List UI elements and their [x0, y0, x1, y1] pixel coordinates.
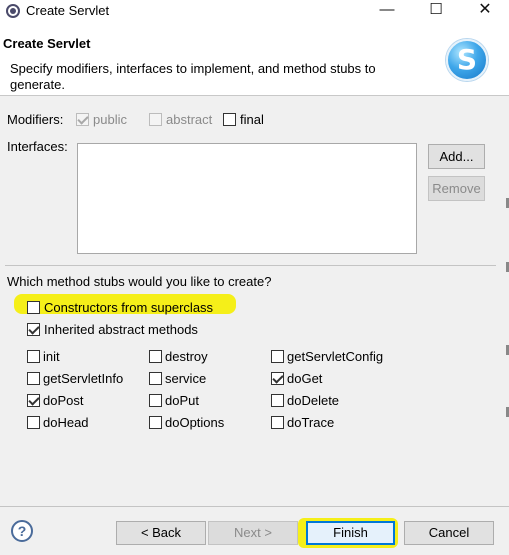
footer-separator	[0, 506, 509, 507]
public-checkbox	[76, 113, 89, 126]
dopost-checkbox[interactable]	[27, 394, 40, 407]
dotrace-label[interactable]: doTrace	[287, 415, 334, 430]
getservletinfo-label[interactable]: getServletInfo	[43, 371, 123, 386]
dodelete-label[interactable]: doDelete	[287, 393, 339, 408]
interfaces-list[interactable]	[77, 143, 417, 254]
inherited-methods-checkbox[interactable]	[27, 323, 40, 336]
dohead-label[interactable]: doHead	[43, 415, 89, 430]
constructors-checkbox[interactable]	[27, 301, 40, 314]
getservletconfig-label[interactable]: getServletConfig	[287, 349, 383, 364]
constructors-label[interactable]: Constructors from superclass	[44, 300, 213, 315]
interfaces-label: Interfaces:	[7, 139, 68, 154]
separator	[5, 265, 496, 266]
dopost-label[interactable]: doPost	[43, 393, 83, 408]
window-title: Create Servlet	[26, 3, 110, 18]
next-button: Next >	[208, 521, 298, 545]
dohead-checkbox[interactable]	[27, 416, 40, 429]
page-description: Specify modifiers, interfaces to impleme…	[10, 61, 376, 92]
close-button[interactable]: ✕	[462, 0, 508, 22]
eclipse-app-icon	[6, 4, 20, 18]
method-stubs-question: Which method stubs would you like to cre…	[7, 274, 272, 289]
destroy-label[interactable]: destroy	[165, 349, 208, 364]
page-title: Create Servlet	[3, 36, 91, 51]
doput-label[interactable]: doPut	[165, 393, 199, 408]
public-label: public	[93, 112, 127, 127]
abstract-checkbox	[149, 113, 162, 126]
service-label[interactable]: service	[165, 371, 206, 386]
init-label[interactable]: init	[43, 349, 60, 364]
help-icon[interactable]: ?	[11, 520, 33, 542]
abstract-label: abstract	[166, 112, 213, 127]
maximize-button[interactable]: ☐	[413, 0, 459, 22]
finish-button[interactable]: Finish	[306, 521, 395, 545]
remove-interface-button: Remove	[428, 176, 485, 201]
cancel-button[interactable]: Cancel	[404, 521, 494, 545]
service-checkbox[interactable]	[149, 372, 162, 385]
back-button[interactable]: < Back	[116, 521, 206, 545]
doget-checkbox[interactable]	[271, 372, 284, 385]
dooptions-label[interactable]: doOptions	[165, 415, 224, 430]
destroy-checkbox[interactable]	[149, 350, 162, 363]
add-interface-button[interactable]: Add...	[428, 144, 485, 169]
doput-checkbox[interactable]	[149, 394, 162, 407]
dooptions-checkbox[interactable]	[149, 416, 162, 429]
getservletconfig-checkbox[interactable]	[271, 350, 284, 363]
dodelete-checkbox[interactable]	[271, 394, 284, 407]
final-label[interactable]: final	[240, 112, 264, 127]
minimize-button[interactable]: —	[364, 0, 410, 22]
servlet-logo-icon: S	[446, 39, 488, 81]
init-checkbox[interactable]	[27, 350, 40, 363]
inherited-methods-label[interactable]: Inherited abstract methods	[44, 322, 198, 337]
dotrace-checkbox[interactable]	[271, 416, 284, 429]
modifiers-label: Modifiers:	[7, 112, 64, 127]
getservletinfo-checkbox[interactable]	[27, 372, 40, 385]
doget-label[interactable]: doGet	[287, 371, 322, 386]
final-checkbox[interactable]	[223, 113, 236, 126]
